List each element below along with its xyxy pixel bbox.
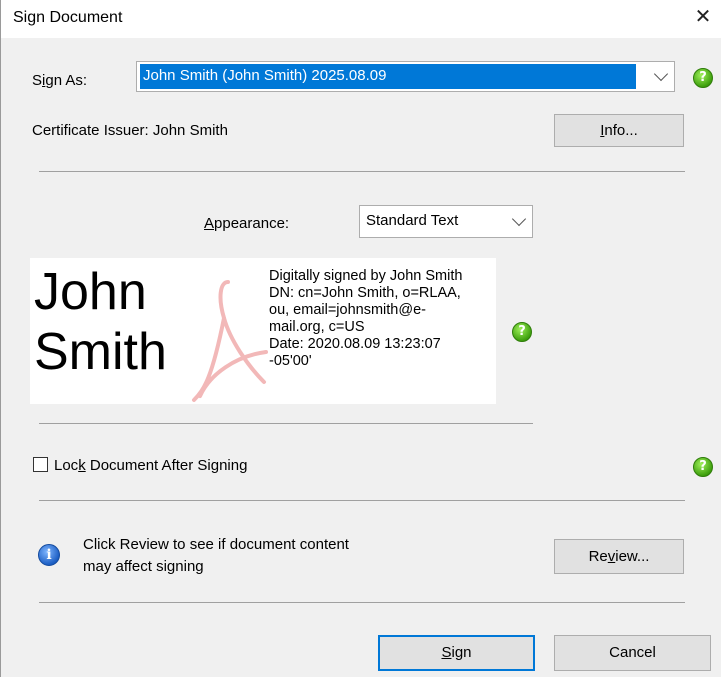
certificate-issuer-text: Certificate Issuer: John Smith [32, 122, 228, 139]
signature-name-line: John [34, 263, 147, 321]
appearance-dropdown[interactable]: Standard Text [359, 205, 533, 238]
appearance-selected-value: Standard Text [366, 212, 459, 229]
signature-detail-line: Digitally signed by John Smith [269, 268, 463, 284]
review-button[interactable]: Review... [554, 539, 684, 574]
appearance-label-accelerator: A [204, 215, 215, 232]
sign-as-label: Sign As: [32, 72, 87, 89]
signature-detail-line: DN: cn=John Smith, o=RLAA, [269, 285, 461, 301]
signature-name-line: Smith [34, 323, 167, 381]
info-button[interactable]: Info... [554, 114, 684, 147]
review-message-line: Click Review to see if document content [83, 536, 349, 553]
appearance-label: Appearance: [204, 215, 289, 232]
lock-document-label[interactable]: Lock Document After Signing [54, 457, 247, 474]
review-button-label: iew... [615, 548, 650, 565]
review-message: Click Review to see if document content … [83, 534, 349, 578]
sign-as-label-part: gn As: [45, 72, 88, 89]
appearance-label-part: ppearance: [214, 215, 290, 232]
sign-button[interactable]: Sign [378, 635, 535, 671]
review-message-line: may affect signing [83, 558, 204, 575]
sign-as-help-icon[interactable]: ? [693, 68, 713, 88]
signature-detail-line: ou, email=johnsmith@e- [269, 302, 426, 318]
cancel-button[interactable]: Cancel [554, 635, 711, 671]
signature-preview: John Smith Digitally signed by John Smit… [30, 258, 496, 404]
sign-as-dropdown[interactable]: John Smith (John Smith) 2025.08.09 [136, 61, 675, 92]
lock-label-part: Loc [54, 457, 79, 474]
divider [39, 602, 685, 603]
pdf-watermark-icon [192, 280, 268, 402]
divider [39, 423, 533, 424]
review-button-label: Re [588, 548, 608, 565]
appearance-help-icon[interactable]: ? [512, 322, 532, 342]
lock-document-checkbox[interactable] [33, 457, 48, 472]
info-button-label: nfo... [604, 122, 638, 139]
signature-detail-line: mail.org, c=US [269, 319, 365, 335]
divider [39, 500, 685, 501]
chevron-down-icon [511, 211, 527, 226]
sign-document-dialog: Sign Document ✕ Sign As: John Smith (Joh… [0, 0, 721, 677]
lock-label-part: Document After Signing [85, 457, 248, 474]
sign-as-label-part: S [32, 72, 43, 89]
close-icon[interactable]: ✕ [692, 6, 714, 28]
signature-details: Digitally signed by John Smith DN: cn=Jo… [269, 268, 495, 370]
title-bar: Sign Document ✕ [1, 0, 721, 38]
sign-as-selected-value: John Smith (John Smith) 2025.08.09 [140, 64, 636, 89]
info-icon: i [38, 544, 60, 566]
sign-button-accelerator: S [441, 644, 452, 661]
signature-detail-line: Date: 2020.08.09 13:23:07 [269, 336, 441, 352]
lock-label-accelerator: k [78, 457, 86, 474]
signature-detail-line: -05'00' [269, 353, 312, 369]
window-title: Sign Document [13, 9, 123, 26]
lock-help-icon[interactable]: ? [693, 457, 713, 477]
chevron-down-icon [653, 66, 669, 81]
sign-button-label: ign [451, 644, 472, 661]
divider [39, 171, 685, 172]
signature-name: John Smith [34, 262, 167, 382]
